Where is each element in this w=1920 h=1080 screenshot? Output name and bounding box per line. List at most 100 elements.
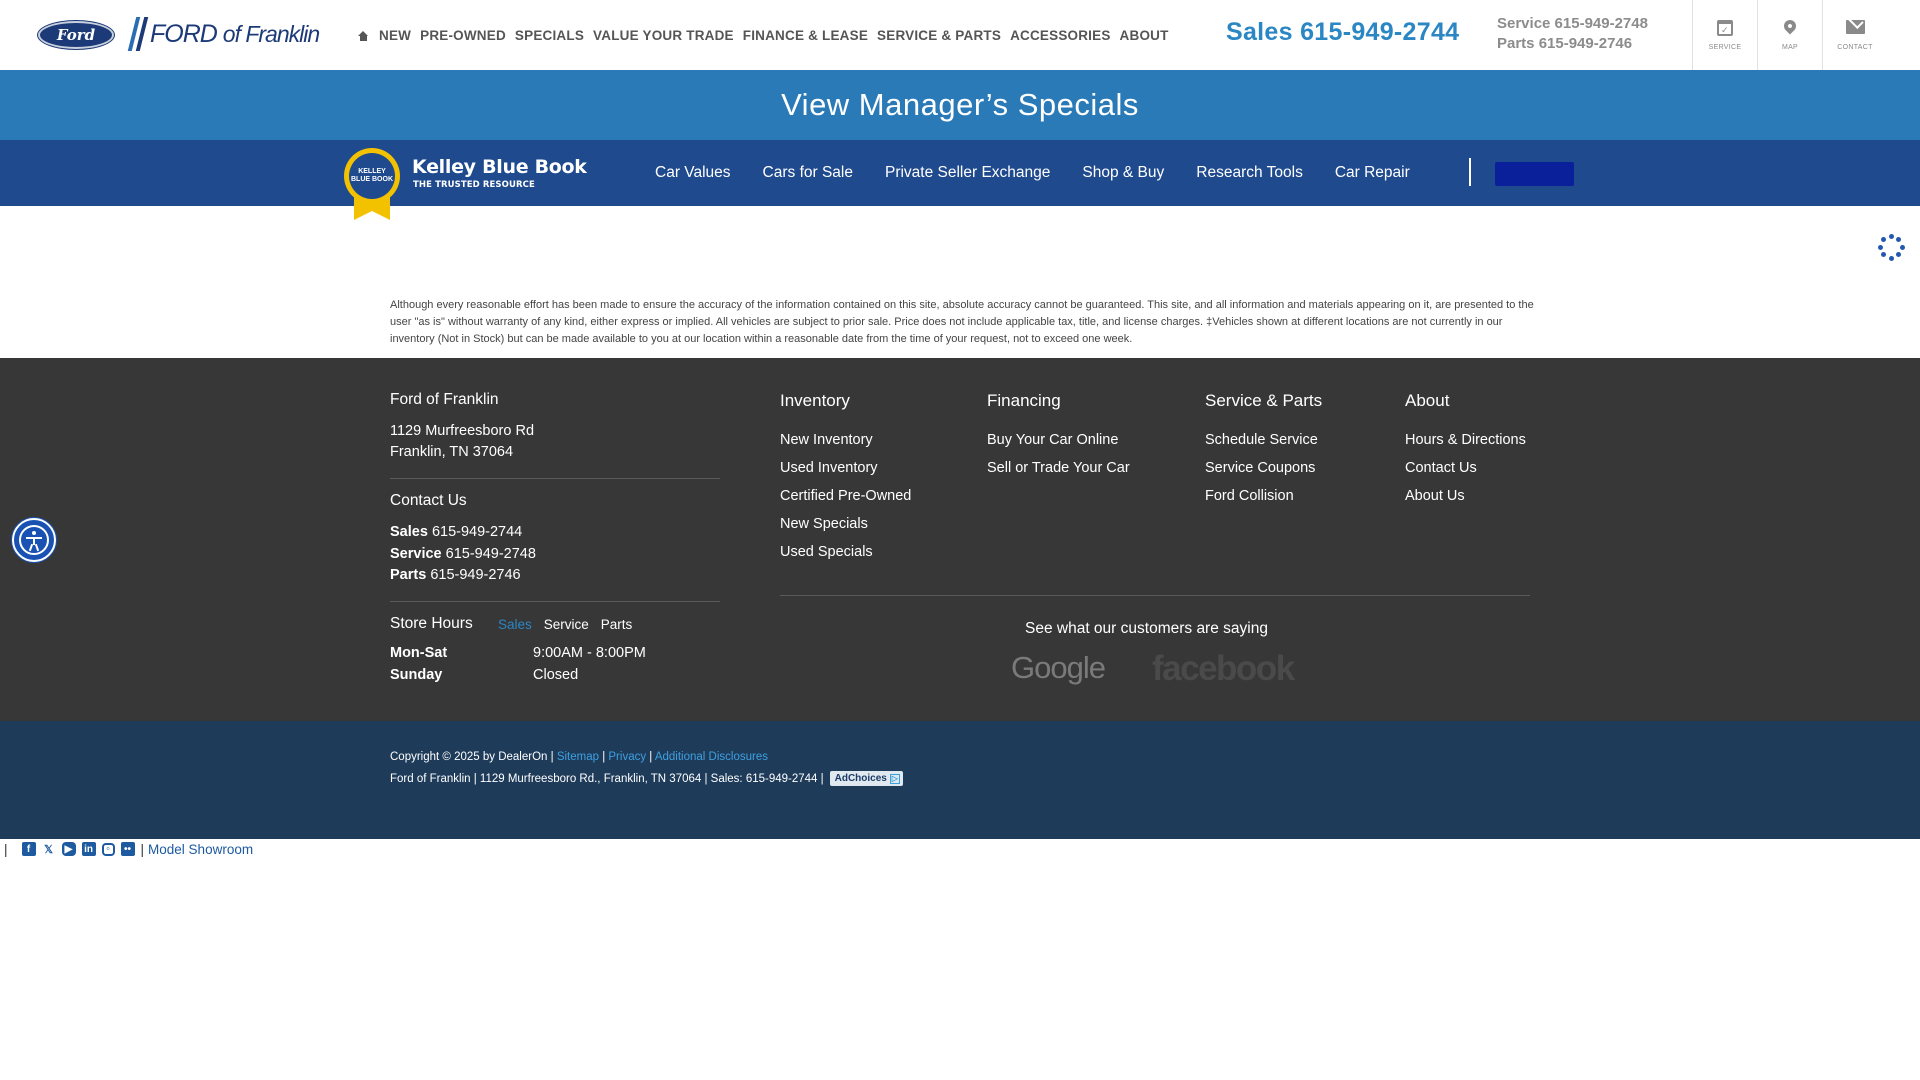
additional-disclosures-link[interactable]: Additional Disclosures bbox=[655, 751, 768, 763]
kbb-nav: Car Values Cars for Sale Private Seller … bbox=[655, 164, 1442, 182]
dealer-logo-bars bbox=[127, 17, 149, 51]
google-reviews-logo[interactable]: Google bbox=[1011, 650, 1106, 686]
ford-logo[interactable]: Ford bbox=[38, 21, 114, 49]
kbb-nav-shop-buy[interactable]: Shop & Buy bbox=[1082, 164, 1164, 182]
kbb-bar: KELLEY BLUE BOOK Kelley Blue Book THE TR… bbox=[0, 140, 1920, 220]
dealer-logo[interactable]: FORD of Franklin bbox=[127, 16, 320, 52]
main-nav: NEW PRE-OWNED SPECIALS VALUE YOUR TRADE … bbox=[358, 28, 1169, 43]
footer-divider bbox=[390, 601, 720, 602]
accessibility-widget-button[interactable] bbox=[12, 518, 56, 562]
model-showroom-link[interactable]: Model Showroom bbox=[148, 842, 253, 857]
footer-contact-list: Sales 615-949-2744 Service 615-949-2748 … bbox=[390, 522, 536, 587]
kbb-subtitle: THE TRUSTED RESOURCE bbox=[413, 180, 535, 190]
footer-link-service-coupons[interactable]: Service Coupons bbox=[1205, 454, 1322, 482]
spinner-dot bbox=[1896, 252, 1902, 258]
footer-col-about: About Hours & Directions Contact Us Abou… bbox=[1405, 391, 1526, 510]
kbb-divider bbox=[1469, 158, 1471, 186]
sitemap-link[interactable]: Sitemap bbox=[557, 751, 599, 763]
adchoices-button[interactable]: AdChoices ▷ bbox=[829, 771, 903, 786]
adchoices-icon: ▷ bbox=[889, 773, 900, 784]
footer-contact-sales[interactable]: Sales 615-949-2744 bbox=[390, 522, 536, 544]
nav-new[interactable]: NEW bbox=[379, 28, 411, 43]
parts-phone-link[interactable]: Parts 615-949-2746 bbox=[1497, 34, 1648, 54]
spinner-dot bbox=[1880, 252, 1886, 258]
footer-divider bbox=[390, 478, 720, 479]
ford-logo-text: Ford bbox=[56, 26, 96, 44]
envelope-icon bbox=[1845, 19, 1865, 34]
footer-link-used-specials[interactable]: Used Specials bbox=[780, 538, 911, 566]
dealer-address-text: Ford of Franklin | 1129 Murfreesboro Rd.… bbox=[390, 772, 824, 785]
social-strip: | f 𝕏 ▶ in ◦ •• | Model Showroom bbox=[4, 841, 253, 857]
spinner-dot bbox=[1888, 233, 1894, 239]
spinner-dot bbox=[1877, 244, 1883, 250]
kbb-nav-research-tools[interactable]: Research Tools bbox=[1196, 164, 1303, 182]
banner-text: View Manager’s Specials bbox=[781, 87, 1139, 122]
hours-tab-service[interactable]: Service bbox=[544, 617, 589, 632]
footer-contact-heading: Contact Us bbox=[390, 492, 467, 509]
kbb-nav-private-seller-exchange[interactable]: Private Seller Exchange bbox=[885, 164, 1050, 182]
kbb-seal-logo[interactable]: KELLEY BLUE BOOK bbox=[342, 142, 402, 222]
hours-tab-sales[interactable]: Sales bbox=[498, 617, 532, 632]
home-icon[interactable] bbox=[358, 30, 369, 41]
spinner-dot bbox=[1896, 236, 1902, 242]
sales-phone-link[interactable]: Sales 615-949-2744 bbox=[1226, 18, 1459, 47]
spinner-dot bbox=[1888, 255, 1894, 261]
service-quick-link[interactable]: SERVICE bbox=[1692, 0, 1757, 70]
flickr-icon[interactable]: •• bbox=[120, 842, 135, 856]
footer-link-hours-directions[interactable]: Hours & Directions bbox=[1405, 426, 1526, 454]
footer-col-financing: Financing Buy Your Car Online Sell or Tr… bbox=[987, 391, 1130, 482]
kbb-action-button[interactable] bbox=[1495, 162, 1574, 186]
spinner-dot bbox=[1899, 244, 1905, 250]
nav-accessories[interactable]: ACCESSORIES bbox=[1010, 28, 1110, 43]
nav-specials[interactable]: SPECIALS bbox=[515, 28, 584, 43]
footer-link-certified-pre-owned[interactable]: Certified Pre-Owned bbox=[780, 482, 911, 510]
managers-specials-banner[interactable]: View Manager’s Specials bbox=[0, 70, 1920, 140]
hours-tab-parts[interactable]: Parts bbox=[601, 617, 633, 632]
footer-col-heading: About bbox=[1405, 391, 1450, 410]
service-phone-link[interactable]: Service 615-949-2748 bbox=[1497, 14, 1648, 34]
footer-link-ford-collision[interactable]: Ford Collision bbox=[1205, 482, 1322, 510]
nav-value-your-trade[interactable]: VALUE YOUR TRADE bbox=[593, 28, 734, 43]
footer-link-new-specials[interactable]: New Specials bbox=[780, 510, 911, 538]
hours-row: Sunday Closed bbox=[390, 667, 579, 683]
x-icon[interactable]: 𝕏 bbox=[42, 842, 56, 856]
nav-pre-owned[interactable]: PRE-OWNED bbox=[420, 28, 506, 43]
store-hours-heading: Store Hours bbox=[390, 615, 473, 632]
instagram-icon[interactable]: ◦ bbox=[101, 842, 115, 856]
separator: | bbox=[140, 841, 145, 857]
contact-quick-link-label: CONTACT bbox=[1837, 43, 1873, 51]
footer-link-contact-us[interactable]: Contact Us bbox=[1405, 454, 1526, 482]
footer-col-heading: Service & Parts bbox=[1205, 391, 1323, 410]
contact-quick-link[interactable]: CONTACT bbox=[1822, 0, 1887, 70]
kbb-title[interactable]: Kelley Blue Book bbox=[412, 156, 587, 178]
footer-contact-parts[interactable]: Parts 615-949-2746 bbox=[390, 565, 536, 587]
kbb-nav-cars-for-sale[interactable]: Cars for Sale bbox=[763, 164, 853, 182]
kbb-seal-text: KELLEY BLUE BOOK bbox=[349, 153, 395, 199]
footer-col-heading: Inventory bbox=[780, 391, 850, 410]
footer-contact-service[interactable]: Service 615-949-2748 bbox=[390, 544, 536, 566]
footer-link-schedule-service[interactable]: Schedule Service bbox=[1205, 426, 1322, 454]
footer-address[interactable]: 1129 Murfreesboro Rd Franklin, TN 37064 bbox=[390, 421, 534, 463]
facebook-icon[interactable]: f bbox=[21, 842, 36, 856]
footer-link-about-us[interactable]: About Us bbox=[1405, 482, 1526, 510]
dealer-logo-text: FORD of Franklin bbox=[150, 19, 320, 48]
footer-divider bbox=[780, 595, 1530, 596]
hours-row: Mon-Sat 9:00AM - 8:00PM bbox=[390, 645, 646, 661]
site-footer: Ford of Franklin 1129 Murfreesboro Rd Fr… bbox=[0, 358, 1920, 721]
kbb-nav-car-values[interactable]: Car Values bbox=[655, 164, 731, 182]
nav-about[interactable]: ABOUT bbox=[1120, 28, 1169, 43]
footer-link-buy-online[interactable]: Buy Your Car Online bbox=[987, 426, 1130, 454]
kbb-nav-car-repair[interactable]: Car Repair bbox=[1335, 164, 1410, 182]
footer-dealer-name: Ford of Franklin bbox=[390, 391, 499, 408]
nav-service-parts[interactable]: SERVICE & PARTS bbox=[877, 28, 1001, 43]
facebook-reviews-logo[interactable]: facebook bbox=[1152, 649, 1295, 689]
footer-link-used-inventory[interactable]: Used Inventory bbox=[780, 454, 911, 482]
nav-finance-lease[interactable]: FINANCE & LEASE bbox=[743, 28, 868, 43]
footer-link-new-inventory[interactable]: New Inventory bbox=[780, 426, 911, 454]
footer-link-sell-trade[interactable]: Sell or Trade Your Car bbox=[987, 454, 1130, 482]
map-quick-link[interactable]: MAP bbox=[1757, 0, 1822, 70]
map-quick-link-label: MAP bbox=[1781, 43, 1799, 51]
linkedin-icon[interactable]: in bbox=[81, 842, 96, 856]
youtube-icon[interactable]: ▶ bbox=[61, 842, 76, 856]
privacy-link[interactable]: Privacy bbox=[608, 751, 646, 763]
